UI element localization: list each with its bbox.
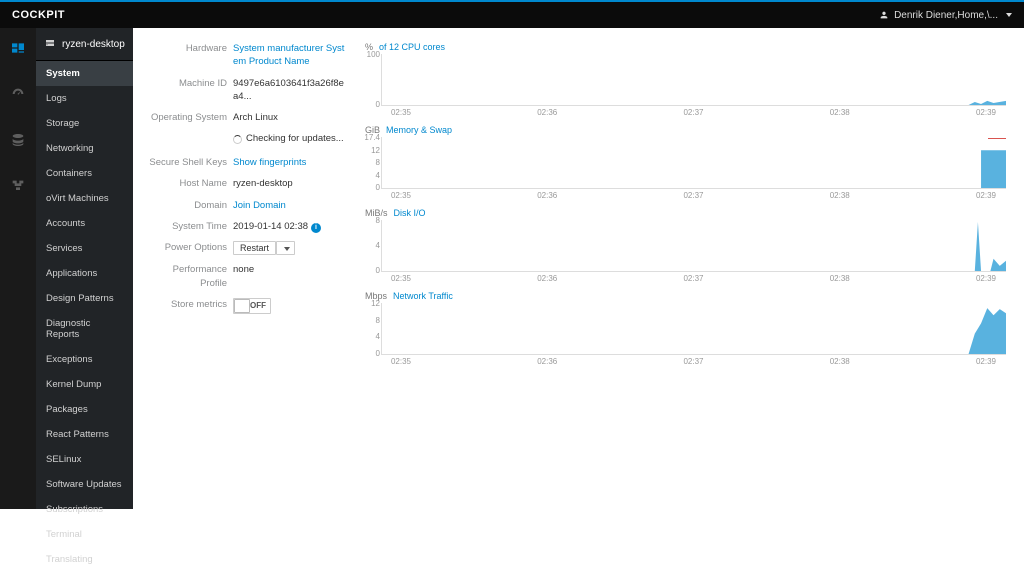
iconbar-database[interactable] (0, 126, 36, 154)
domain-link[interactable]: Join Domain (233, 199, 347, 212)
os-value: Arch Linux (233, 111, 347, 124)
database-icon (10, 132, 26, 148)
machineid-label: Machine ID (147, 77, 233, 104)
info-icon[interactable]: i (311, 223, 321, 233)
sidebar-item-terminal[interactable]: Terminal (36, 522, 133, 547)
iconbar-network[interactable] (0, 172, 36, 200)
sidebar-item-react-patterns[interactable]: React Patterns (36, 422, 133, 447)
perf-label: Performance Profile (147, 263, 233, 290)
sidebar-item-networking[interactable]: Networking (36, 136, 133, 161)
sidebar-item-kernel-dump[interactable]: Kernel Dump (36, 372, 133, 397)
hostname-value: ryzen-desktop (233, 177, 347, 190)
sidebar-item-ovirt-machines[interactable]: oVirt Machines (36, 186, 133, 211)
iconbar-gauge[interactable] (0, 80, 36, 108)
sidebar-item-design-patterns[interactable]: Design Patterns (36, 286, 133, 311)
sidebar-item-subscriptions[interactable]: Subscriptions (36, 497, 133, 522)
sidebar-item-accounts[interactable]: Accounts (36, 211, 133, 236)
updates-status: Checking for updates... (246, 132, 344, 145)
domain-label: Domain (147, 199, 233, 212)
iconbar-dashboard[interactable] (0, 34, 36, 62)
sidebar-item-software-updates[interactable]: Software Updates (36, 472, 133, 497)
sidebar: ryzen-desktop SystemLogsStorageNetworkin… (36, 28, 133, 509)
ssh-label: Secure Shell Keys (147, 156, 233, 169)
ssh-link[interactable]: Show fingerprints (233, 156, 347, 169)
hardware-label: Hardware (147, 42, 233, 69)
power-label: Power Options (147, 241, 233, 255)
metrics-label: Store metrics (147, 298, 233, 314)
charts: %of 12 CPU cores100002:3502:3602:3702:38… (365, 42, 1006, 495)
restart-button[interactable]: Restart (233, 241, 276, 255)
chart-title-link[interactable]: of 12 CPU cores (379, 42, 445, 52)
host-name-header: ryzen-desktop (62, 39, 125, 50)
iconbar (0, 28, 36, 509)
sidebar-item-exceptions[interactable]: Exceptions (36, 347, 133, 372)
sidebar-item-packages[interactable]: Packages (36, 397, 133, 422)
sidebar-item-containers[interactable]: Containers (36, 161, 133, 186)
machineid-value: 9497e6a6103641f3a26f8ea4... (233, 77, 347, 104)
chart-memory-swap: GiBMemory & Swap17.41284002:3502:3602:37… (365, 125, 1006, 200)
perf-value: none (233, 263, 347, 290)
user-menu[interactable]: Denrik Diener,Home,\... (879, 10, 1012, 21)
power-dropdown[interactable] (276, 241, 295, 255)
system-details: HardwareSystem manufacturer System Produ… (147, 42, 347, 495)
hardware-link[interactable]: System manufacturer System Product Name (233, 42, 347, 69)
chevron-down-icon (1006, 13, 1012, 17)
topbar: COCKPIT Denrik Diener,Home,\... (0, 0, 1024, 28)
gauge-icon (10, 86, 26, 102)
sidebar-item-services[interactable]: Services (36, 236, 133, 261)
sidebar-item-logs[interactable]: Logs (36, 86, 133, 111)
chart-title-link[interactable]: Memory & Swap (386, 125, 452, 135)
systime-value[interactable]: 2019-01-14 02:38i (233, 220, 347, 233)
sidebar-item-selinux[interactable]: SELinux (36, 447, 133, 472)
user-name: Denrik Diener,Home,\... (894, 10, 998, 21)
sidebar-item-storage[interactable]: Storage (36, 111, 133, 136)
network-icon (10, 178, 26, 194)
sidebar-item-applications[interactable]: Applications (36, 261, 133, 286)
chart-title-link[interactable]: Network Traffic (393, 291, 453, 301)
chart-of-12-cpu-cores: %of 12 CPU cores100002:3502:3602:3702:38… (365, 42, 1006, 117)
chart-network-traffic: MbpsNetwork Traffic1284002:3502:3602:370… (365, 291, 1006, 366)
spinner-icon (233, 135, 242, 144)
sidebar-item-system[interactable]: System (36, 61, 133, 86)
user-icon (879, 10, 889, 20)
metrics-toggle[interactable]: OFF (233, 298, 271, 314)
chart-title-link[interactable]: Disk I/O (394, 208, 426, 218)
hostname-label: Host Name (147, 177, 233, 190)
server-icon (44, 38, 56, 50)
dashboard-icon (10, 40, 26, 56)
chart-disk-i-o: MiB/sDisk I/O84002:3502:3602:3702:3802:3… (365, 208, 1006, 283)
brand: COCKPIT (12, 9, 65, 21)
systime-label: System Time (147, 220, 233, 233)
swap-line (988, 138, 1006, 139)
main-content: HardwareSystem manufacturer System Produ… (133, 28, 1024, 509)
os-label: Operating System (147, 111, 233, 124)
sidebar-item-diagnostic-reports[interactable]: Diagnostic Reports (36, 311, 133, 347)
sidebar-header[interactable]: ryzen-desktop (36, 28, 133, 61)
sidebar-item-translating[interactable]: Translating (36, 547, 133, 572)
